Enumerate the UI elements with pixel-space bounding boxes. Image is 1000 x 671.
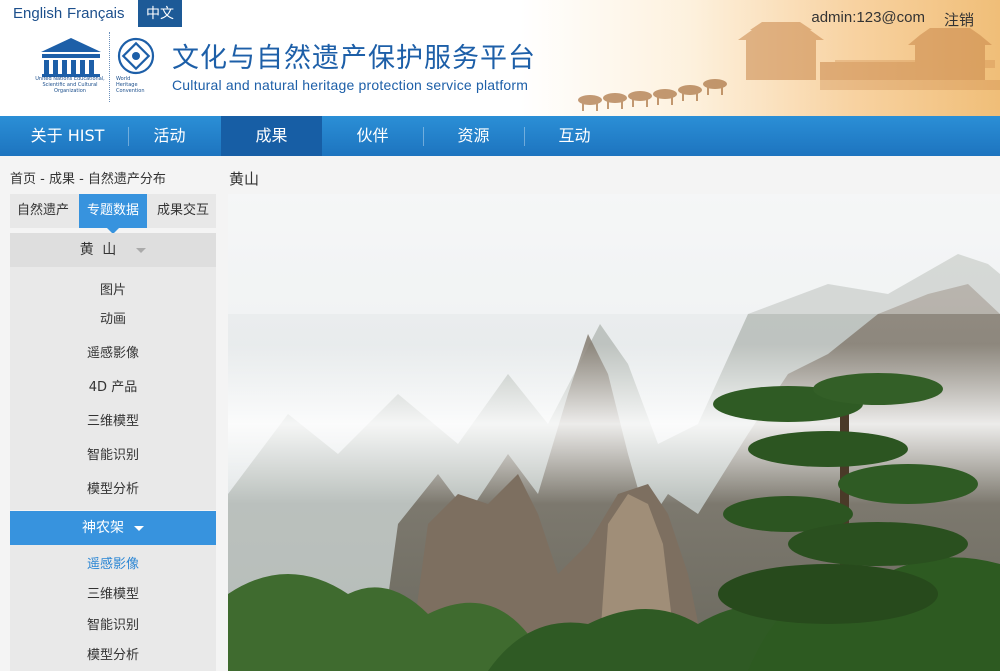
menu-item-3d-model[interactable]: 三维模型 (10, 410, 216, 429)
site-header-shennongjia[interactable]: 神农架 (10, 511, 216, 545)
site-name: 神农架 (82, 520, 124, 536)
site-title: 文化与自然遗产保护服务平台 (172, 43, 536, 74)
site-header-huangshan[interactable]: 黄 山 (10, 233, 216, 267)
header-decoration-art (520, 0, 1000, 116)
site-header: English Français 中文 admin:123@com 注销 Uni… (0, 0, 1000, 116)
menu-item-intelligent-recognition[interactable]: 智能识别 (10, 614, 216, 633)
nav-item-partners[interactable]: 伙伴 (322, 116, 423, 156)
site-menu-huangshan: 图片 动画 遥感影像 4D 产品 三维模型 智能识别 模型分析 (10, 267, 216, 510)
nav-item-interaction[interactable]: 互动 (524, 116, 625, 156)
tab-thematic-data[interactable]: 专题数据 (79, 194, 147, 234)
nav-item-achievements[interactable]: 成果 (221, 116, 322, 156)
nav-item-activities[interactable]: 活动 (119, 116, 220, 156)
menu-item-model-analysis[interactable]: 模型分析 (10, 644, 216, 663)
language-english-link[interactable]: English (13, 5, 62, 22)
chevron-down-icon (134, 525, 144, 531)
menu-item-animation[interactable]: 动画 (10, 308, 216, 327)
breadcrumb: 首页 - 成果 - 自然遗产分布 (10, 172, 166, 187)
tab-results-interaction[interactable]: 成果交互 (150, 194, 216, 228)
sub-tabs: 自然遗产 专题数据 成果交互 (10, 194, 216, 234)
unesco-caption: United Nations Educational, Scientific a… (35, 76, 105, 94)
main-navigation: 关于 HIST 活动 成果 伙伴 资源 互动 (0, 116, 1000, 156)
sidebar: 首页 - 成果 - 自然遗产分布 自然遗产 专题数据 成果交互 黄 山 图片 动… (10, 156, 216, 671)
menu-item-4d-products[interactable]: 4D 产品 (10, 376, 216, 395)
nav-item-about[interactable]: 关于 HIST (17, 116, 118, 156)
menu-item-pictures[interactable]: 图片 (10, 279, 216, 298)
language-french-link[interactable]: Français (67, 5, 125, 22)
tab-natural-heritage[interactable]: 自然遗产 (10, 194, 76, 228)
user-account-link[interactable]: admin:123@com (811, 9, 925, 26)
logout-link[interactable]: 注销 (944, 9, 974, 30)
menu-item-model-analysis[interactable]: 模型分析 (10, 478, 216, 497)
chevron-down-icon (136, 247, 147, 253)
site-subtitle: Cultural and natural heritage protection… (172, 77, 529, 93)
site-menu-shennongjia: 遥感影像 三维模型 智能识别 模型分析 (10, 545, 216, 671)
language-chinese-link[interactable]: 中文 (138, 0, 182, 27)
menu-item-remote-sensing[interactable]: 遥感影像 (10, 342, 216, 361)
site-name: 黄 山 (79, 242, 119, 258)
menu-item-3d-model[interactable]: 三维模型 (10, 583, 216, 602)
heritage-illustration (578, 22, 1000, 111)
menu-item-remote-sensing[interactable]: 遥感影像 (10, 553, 216, 572)
logo-divider (109, 32, 110, 102)
mountain-landscape-image (228, 194, 1000, 671)
menu-item-intelligent-recognition[interactable]: 智能识别 (10, 444, 216, 463)
content-title: 黄山 (229, 170, 260, 188)
huangshan-photo (228, 194, 1000, 671)
nav-item-resources[interactable]: 资源 (423, 116, 524, 156)
whc-caption: World Heritage Convention (116, 76, 145, 94)
world-heritage-emblem-icon (117, 37, 155, 75)
